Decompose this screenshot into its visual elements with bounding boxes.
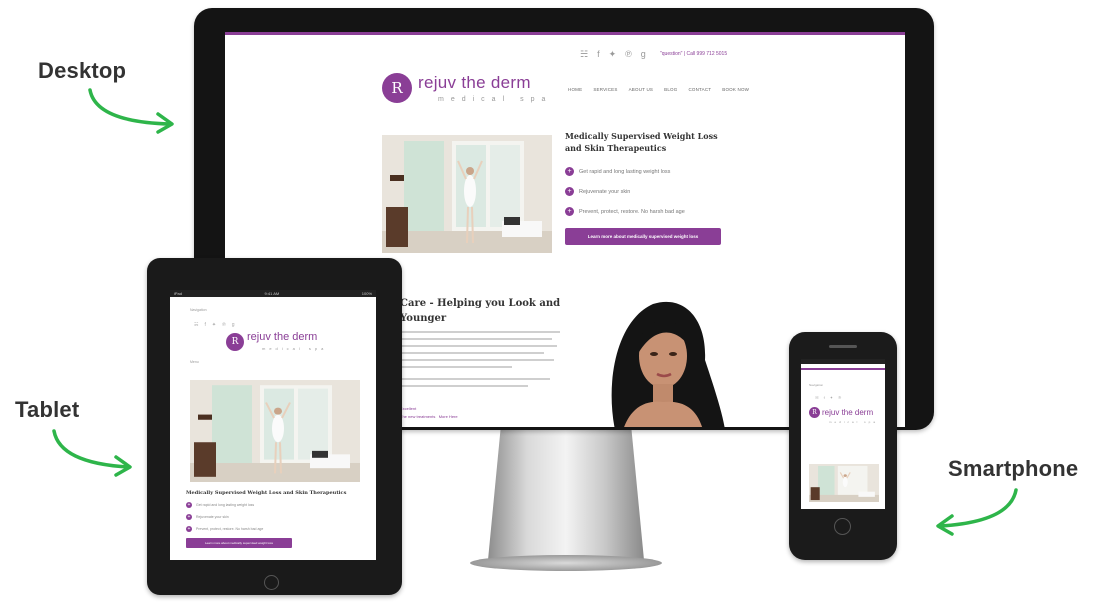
plus-icon: + [565, 167, 574, 176]
feature-bullet: + Rejuvenate your skin [186, 513, 229, 520]
tablet-feature-title: Medically Supervised Weight Loss and Ski… [186, 490, 347, 496]
desktop-label: Desktop [38, 58, 127, 83]
feature-bullet: + Get rapid and long lasting weight loss [186, 501, 255, 508]
plus-icon: + [186, 501, 192, 508]
rss-icon[interactable]: ☵ [580, 49, 588, 60]
main-nav: HOME SERVICES ABOUT US BLOG CONTACT BOOK… [568, 87, 749, 92]
section-links: Excellent The new treatments More Here [400, 405, 458, 420]
tablet-label: Tablet [15, 397, 80, 422]
section-title: Care - Helping you Look and Younger [400, 298, 561, 324]
phone-site-logo[interactable]: R rejuv the derm [809, 407, 873, 418]
nav-home[interactable]: HOME [568, 87, 582, 92]
phone-social-links: ☵ f ✦ ℗ [815, 395, 841, 400]
pinterest-icon[interactable]: ℗ [625, 49, 632, 60]
weight-loss-cta-button[interactable]: Learn more about medically supervised we… [565, 228, 721, 245]
tablet-nav-text[interactable]: Navigation [190, 308, 207, 312]
tablet-hero-image [190, 380, 360, 482]
tablet-menu-label[interactable]: Menu [190, 360, 199, 364]
tablet-status-bar: iPad 9:41 AM 100% [170, 290, 376, 297]
phone-screen: Navigation ☵ f ✦ ℗ R rejuv the derm medi… [801, 359, 885, 509]
twitter-icon[interactable]: ✦ [212, 322, 216, 328]
logo-monogram-icon: R [809, 407, 820, 418]
site-logo[interactable]: R rejuv the derm medical spa [382, 73, 552, 103]
tablet-home-button[interactable] [264, 575, 279, 590]
model-portrait-image [611, 301, 725, 427]
link-treatments[interactable]: The new treatments [400, 414, 435, 419]
phone-status-bar [801, 359, 885, 364]
brand-name: rejuv the derm [247, 331, 318, 343]
nav-about[interactable]: ABOUT US [629, 87, 654, 92]
rss-icon[interactable]: ☵ [815, 395, 819, 400]
feature-bullet: + Prevent, protect, restore. No harsh ba… [565, 207, 685, 216]
social-links: ☵ f ✦ ℗ g [580, 49, 646, 60]
contact-phone[interactable]: "question" | Call 999 712 5015 [660, 51, 727, 57]
tablet-screen: iPad 9:41 AM 100% Navigation ☵ f ✦ ℗ g R… [170, 290, 376, 560]
feature-title: Medically Supervised Weight Loss and Ski… [565, 131, 718, 154]
plus-icon: + [186, 513, 192, 520]
phone-nav-text[interactable]: Navigation [809, 383, 823, 387]
brand-name: rejuv the derm [822, 407, 874, 417]
plus-icon: + [186, 525, 192, 532]
tablet-weight-loss-cta-button[interactable]: Learn more about medically supervised we… [186, 538, 292, 548]
facebook-icon[interactable]: f [597, 49, 600, 60]
tablet-social-links: ☵ f ✦ ℗ g [194, 322, 235, 328]
link-excellent[interactable]: Excellent [400, 405, 458, 413]
smartphone-arrow-icon [936, 488, 1018, 536]
logo-monogram-icon: R [382, 73, 412, 103]
feature-bullet: + Prevent, protect, restore. No harsh ba… [186, 525, 264, 532]
rss-icon[interactable]: ☵ [194, 322, 198, 328]
nav-book-now[interactable]: BOOK NOW [722, 87, 749, 92]
feature-bullet: + Get rapid and long lasting weight loss [565, 167, 670, 176]
google-plus-icon[interactable]: g [232, 322, 235, 328]
nav-blog[interactable]: BLOG [664, 87, 677, 92]
pinterest-icon[interactable]: ℗ [222, 322, 226, 328]
plus-icon: + [565, 187, 574, 196]
phone-hero-image [809, 464, 879, 502]
brand-name: rejuv the derm [418, 72, 531, 92]
smartphone-label: Smartphone [948, 456, 1079, 481]
google-plus-icon[interactable]: g [641, 49, 646, 60]
section-paragraph [400, 331, 560, 392]
link-more[interactable]: More Here [439, 414, 458, 419]
nav-contact[interactable]: CONTACT [688, 87, 711, 92]
desktop-arrow-icon [88, 88, 174, 134]
phone-speaker [829, 345, 857, 348]
brand-subtitle: medical spa [438, 95, 553, 103]
tablet-site-logo[interactable]: R rejuv the derm medical spa [226, 332, 327, 351]
logo-monogram-icon: R [226, 332, 244, 351]
plus-icon: + [565, 207, 574, 216]
monitor-stand [488, 430, 644, 560]
facebook-icon[interactable]: f [204, 322, 205, 328]
brand-subtitle: medical spa [829, 420, 879, 424]
brand-subtitle: medical spa [262, 346, 328, 351]
feature-bullet: + Rejuvenate your skin [565, 187, 630, 196]
twitter-icon[interactable]: ✦ [609, 49, 617, 60]
nav-services[interactable]: SERVICES [593, 87, 617, 92]
phone-accent-bar [801, 368, 885, 370]
hero-image [382, 135, 552, 253]
tablet-arrow-icon [52, 429, 132, 477]
phone-home-button[interactable] [834, 518, 851, 535]
pinterest-icon[interactable]: ℗ [838, 395, 841, 400]
facebook-icon[interactable]: f [824, 395, 825, 400]
twitter-icon[interactable]: ✦ [830, 395, 833, 400]
monitor-base [470, 555, 662, 571]
